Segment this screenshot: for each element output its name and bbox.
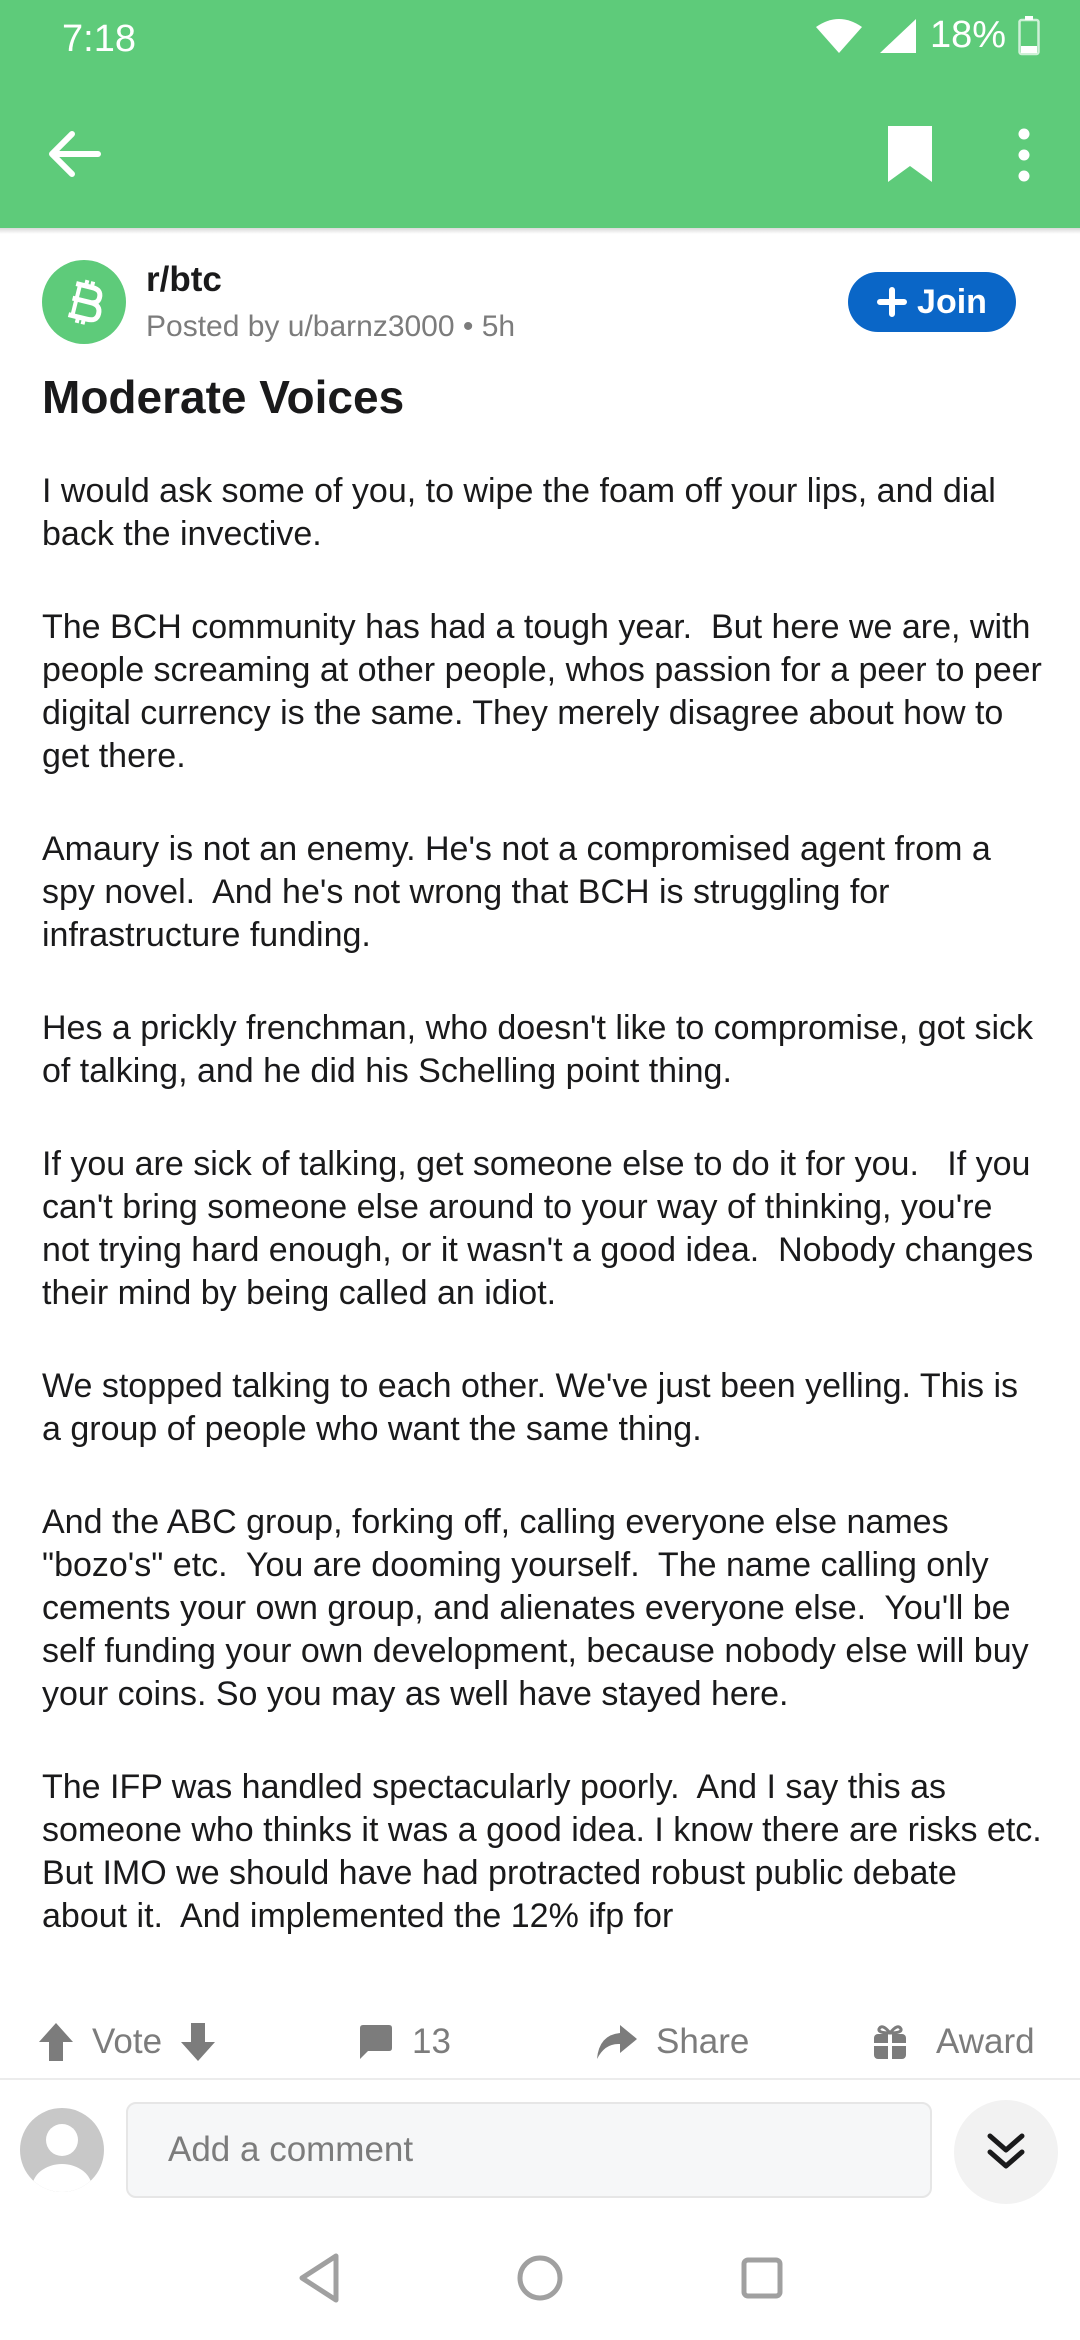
share-label: Share	[656, 2022, 750, 2061]
post-meta: Posted by u/barnz3000 • 5h	[146, 310, 516, 343]
upvote-icon[interactable]	[36, 2020, 76, 2064]
post-paragraph: Hes a prickly frenchman, who doesn't lik…	[42, 1009, 1042, 1090]
signal-icon	[879, 18, 916, 53]
post-paragraph: The IFP was handled spectacularly poorly…	[42, 1768, 1042, 1935]
downvote-icon[interactable]	[178, 2020, 218, 2064]
subreddit-name[interactable]: r/btc	[146, 260, 222, 300]
comment-composer	[0, 2082, 1080, 2218]
post-action-bar: Vote 13 Share Award	[0, 2004, 1080, 2080]
double-chevron-down-icon	[987, 2133, 1025, 2169]
post-paragraph: If you are sick of talking, get someone …	[42, 1145, 1042, 1312]
nav-recents-icon[interactable]	[732, 2248, 792, 2308]
post-header: r/btc Posted by u/barnz3000 • 5h Join	[0, 254, 1080, 364]
comment-input[interactable]	[126, 2102, 932, 2198]
back-arrow-icon[interactable]	[40, 120, 108, 188]
app-bar	[0, 80, 1080, 228]
comments-button[interactable]: 13	[356, 2014, 451, 2070]
join-label: Join	[917, 282, 987, 321]
vote-label: Vote	[92, 2022, 163, 2061]
battery-icon	[1018, 15, 1040, 55]
share-button[interactable]: Share	[594, 2014, 749, 2070]
nav-home-icon[interactable]	[510, 2248, 570, 2308]
vote-group: Vote	[36, 2014, 218, 2070]
system-nav-bar	[0, 2218, 1080, 2340]
app-bar-shadow	[0, 228, 1080, 234]
post-paragraph: We stopped talking to each other. We've …	[42, 1367, 1028, 1448]
plus-icon	[877, 287, 908, 317]
status-indicators: 18%	[814, 14, 1040, 57]
nav-back-icon[interactable]	[290, 2248, 350, 2308]
user-silhouette-icon	[32, 2124, 92, 2192]
share-icon	[597, 2025, 637, 2059]
award-button[interactable]: Award	[870, 2014, 1035, 2070]
join-button[interactable]: Join	[848, 272, 1016, 332]
bitcoin-cash-logo-icon	[67, 279, 103, 325]
wifi-icon	[815, 18, 862, 53]
comments-count: 13	[412, 2022, 451, 2061]
status-time: 7:18	[62, 18, 136, 60]
expand-comments-button[interactable]	[954, 2100, 1058, 2204]
subreddit-avatar[interactable]	[42, 260, 126, 344]
post-paragraph: The BCH community has had a tough year. …	[42, 608, 1042, 775]
post-title: Moderate Voices	[42, 371, 405, 423]
user-avatar[interactable]	[20, 2108, 104, 2192]
award-icon	[874, 2025, 906, 2059]
award-label: Award	[936, 2022, 1035, 2061]
post-paragraph: Amaury is not an enemy. He's not a compr…	[42, 830, 1001, 954]
post-paragraph: And the ABC group, forking off, calling …	[42, 1503, 1039, 1713]
status-bar: 7:18 18%	[0, 0, 1080, 80]
battery-percent: 18%	[929, 14, 1006, 56]
post-paragraph: I would ask some of you, to wipe the foa…	[42, 472, 1006, 553]
comment-icon	[360, 2025, 392, 2059]
post-body: I would ask some of you, to wipe the foa…	[42, 470, 1042, 1984]
bookmark-icon[interactable]	[880, 122, 940, 186]
more-vert-icon[interactable]	[1000, 120, 1048, 190]
